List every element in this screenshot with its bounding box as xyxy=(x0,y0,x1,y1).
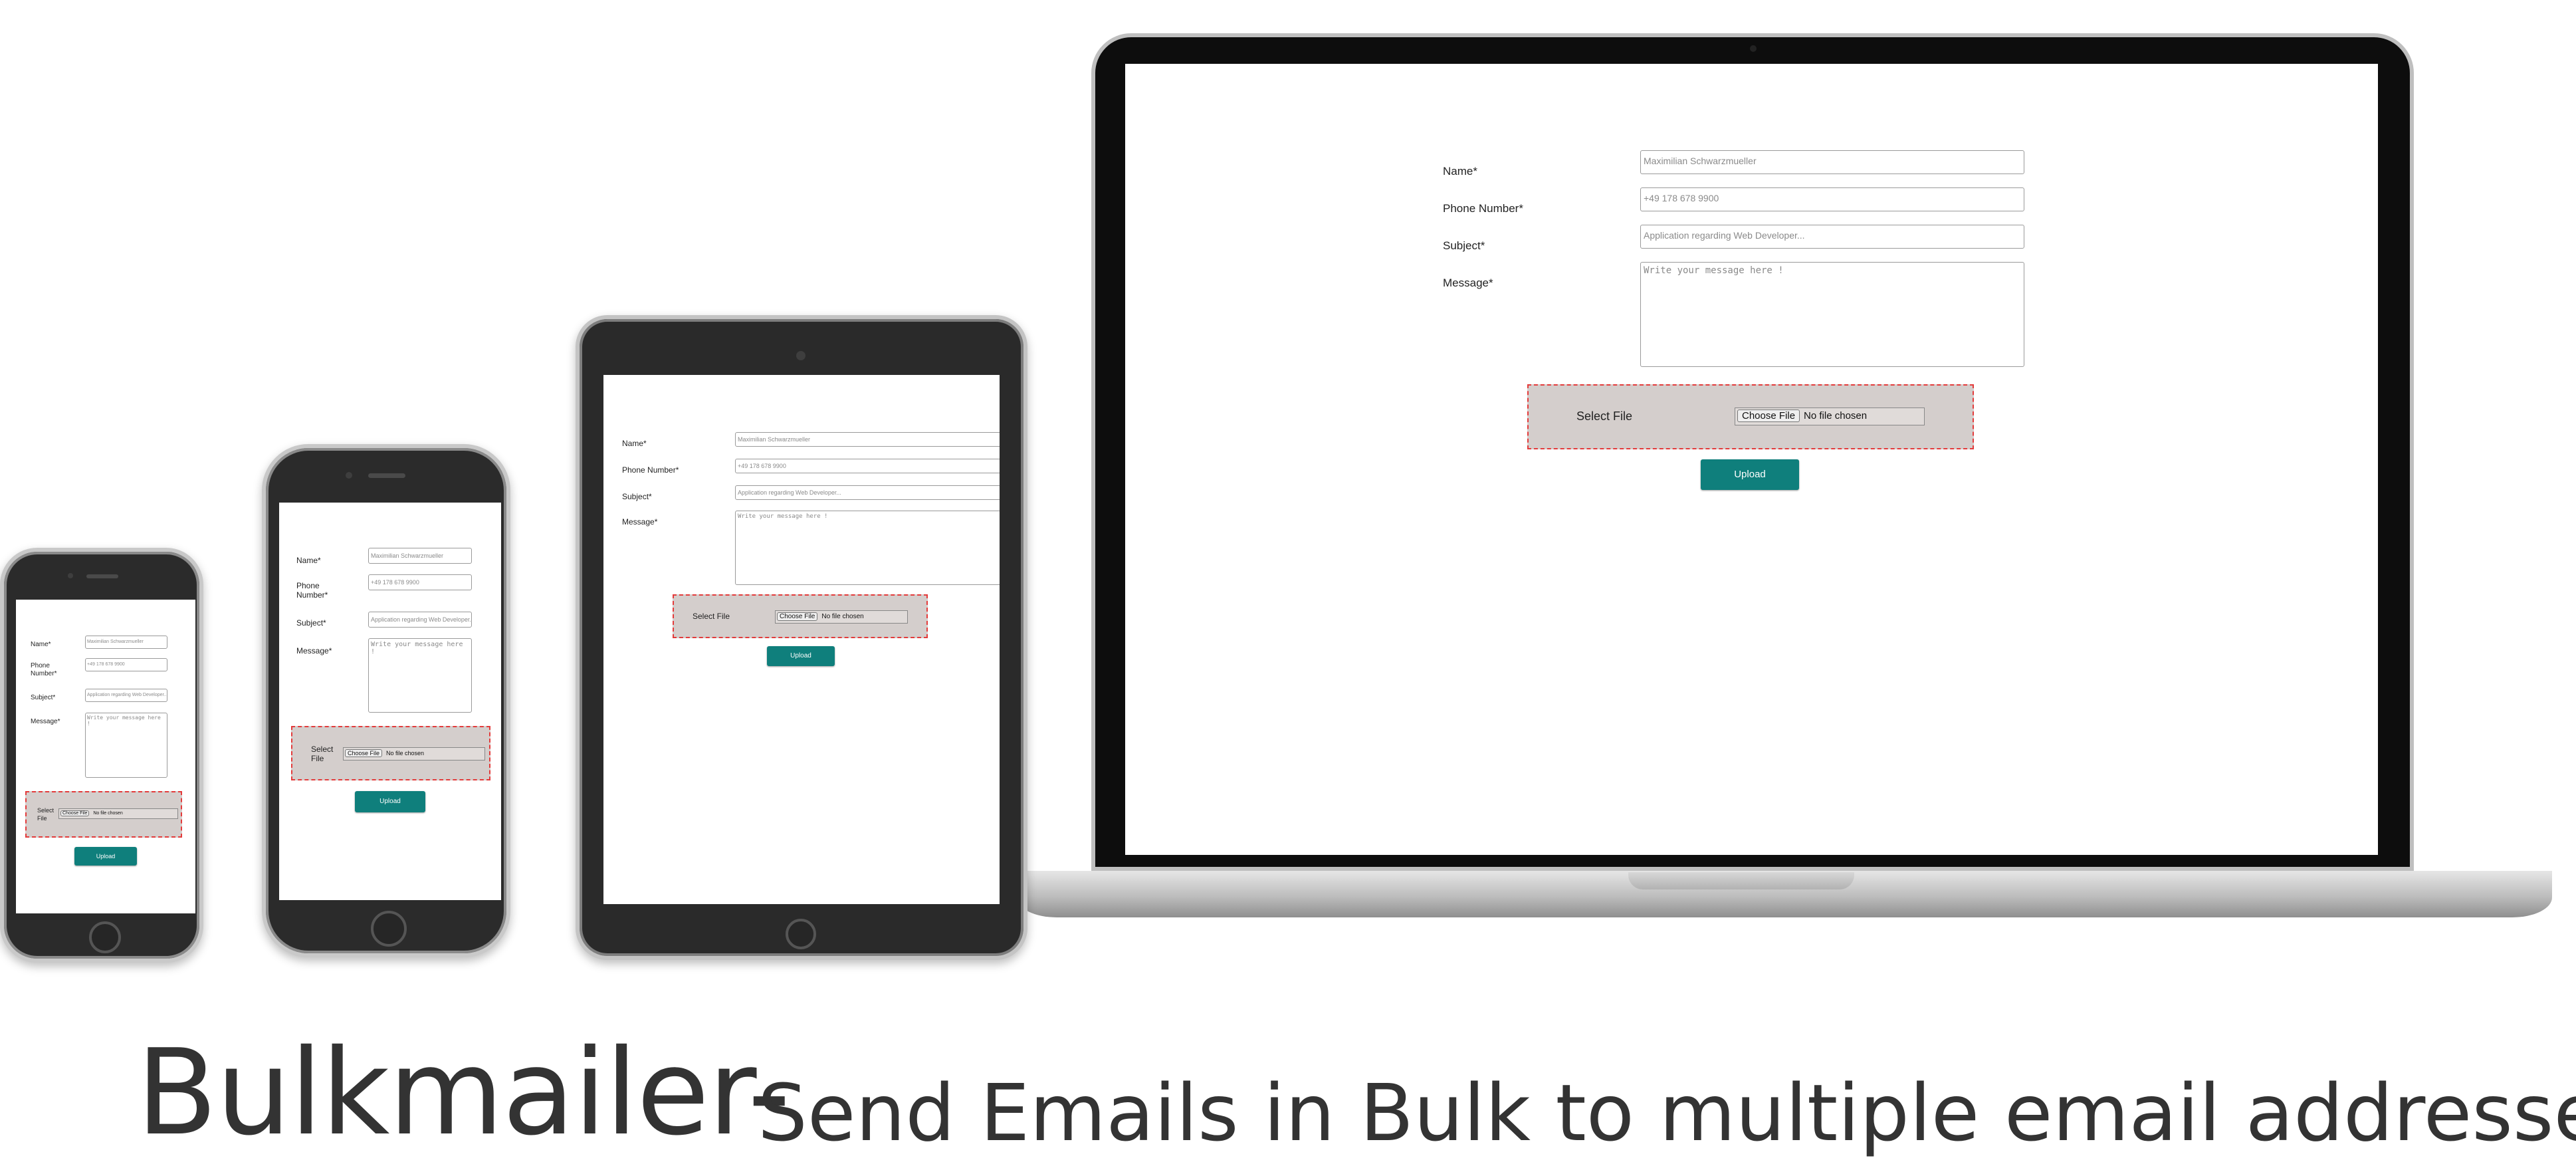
phone-input[interactable]: +49 178 678 9900 xyxy=(1640,187,2024,211)
phone-medium-screen: Name* Maximilian Schwarzmueller Phone Nu… xyxy=(279,503,501,900)
select-file-label: Select File xyxy=(693,612,730,621)
tablet-home-button[interactable] xyxy=(786,919,816,949)
no-file-chosen-text: No file chosen xyxy=(821,613,864,620)
subject-input[interactable]: Application regarding Web Developer... xyxy=(735,485,1000,500)
subject-input[interactable]: Application regarding Web Developer... xyxy=(1640,225,2024,249)
file-upload-zone: Select File Choose File No file chosen xyxy=(1527,384,1974,449)
phone-label: Phone Number* xyxy=(1443,202,1523,215)
phone-medium-device: Name* Maximilian Schwarzmueller Phone Nu… xyxy=(262,444,510,957)
laptop-lid: Name* Maximilian Schwarzmueller Phone Nu… xyxy=(1091,33,2414,871)
subject-input[interactable]: Application regarding Web Developer... xyxy=(368,612,472,628)
name-input[interactable]: Maximilian Schwarzmueller xyxy=(1640,150,2024,174)
no-file-chosen-text: No file chosen xyxy=(1804,410,1868,421)
caption-title: Bulkmailer- xyxy=(136,1024,790,1161)
phone-small-home-button[interactable] xyxy=(89,921,121,953)
name-input[interactable]: Maximilian Schwarzmueller xyxy=(735,432,1000,447)
upload-button[interactable]: Upload xyxy=(355,791,425,812)
upload-button[interactable]: Upload xyxy=(1701,459,1799,490)
subject-label: Subject* xyxy=(1443,239,1485,252)
laptop-device: Name* Maximilian Schwarzmueller Phone Nu… xyxy=(1017,27,2559,931)
laptop-contact-form: Name* Maximilian Schwarzmueller Phone Nu… xyxy=(1125,64,2378,855)
subject-label: Subject* xyxy=(296,618,326,628)
subject-label: Subject* xyxy=(31,694,56,701)
name-input[interactable]: Maximilian Schwarzmueller xyxy=(368,548,472,564)
file-input[interactable]: Choose File No file chosen xyxy=(1735,408,1925,425)
name-label: Name* xyxy=(1443,165,1477,177)
phone-medium-speaker xyxy=(368,473,405,478)
phone-small-camera xyxy=(68,573,73,578)
message-label: Message* xyxy=(1443,277,1493,289)
select-label-line2: File xyxy=(311,754,324,763)
message-label: Message* xyxy=(31,718,60,725)
phone-input[interactable]: +49 178 678 9900 xyxy=(85,658,167,671)
phone-input[interactable]: +49 178 678 9900 xyxy=(368,574,472,590)
phone-medium-home-button[interactable] xyxy=(371,911,407,947)
name-input[interactable]: Maximilian Schwarzmueller xyxy=(85,636,167,649)
select-label-line1: Select xyxy=(37,807,54,814)
phone-label-line2: Number* xyxy=(31,670,57,677)
file-upload-zone: Select File Choose File No file chosen xyxy=(673,594,928,638)
select-label-line1: Select xyxy=(311,745,334,754)
choose-file-button[interactable]: Choose File xyxy=(1737,410,1800,422)
no-file-chosen-text: No file chosen xyxy=(386,750,425,757)
tablet-screen: Name* Maximilian Schwarzmueller Phone Nu… xyxy=(603,375,1000,904)
tablet-camera xyxy=(796,351,805,360)
name-label: Name* xyxy=(296,556,321,565)
message-textarea[interactable]: Write your message here ! xyxy=(85,713,167,778)
file-input[interactable]: Choose File No file chosen xyxy=(775,610,908,624)
phone-label-line1: Phone xyxy=(296,581,320,590)
subject-input[interactable]: Application regarding Web Developer... xyxy=(85,689,167,702)
message-textarea[interactable]: Write your message here ! xyxy=(735,511,1000,585)
select-label-line2: File xyxy=(37,815,47,822)
choose-file-button[interactable]: Choose File xyxy=(777,612,818,621)
file-input[interactable]: Choose File No file chosen xyxy=(343,747,485,761)
message-label: Message* xyxy=(622,517,658,527)
phone-small-screen: Name* Maximilian Schwarzmueller Phone Nu… xyxy=(16,600,195,913)
phone-label-line1: Phone xyxy=(31,662,50,669)
upload-button[interactable]: Upload xyxy=(74,847,137,866)
tablet-device: Name* Maximilian Schwarzmueller Phone Nu… xyxy=(576,315,1027,960)
file-input[interactable]: Choose File No file chosen xyxy=(58,808,178,819)
name-label: Name* xyxy=(31,641,51,648)
laptop-screen: Name* Maximilian Schwarzmueller Phone Nu… xyxy=(1125,64,2378,855)
message-textarea[interactable]: Write your message here ! xyxy=(1640,262,2024,367)
select-file-label: Select File xyxy=(1576,410,1633,423)
upload-button[interactable]: Upload xyxy=(767,646,835,666)
laptop-hinge-notch xyxy=(1628,872,1854,889)
phone-input[interactable]: +49 178 678 9900 xyxy=(735,459,1000,473)
phone-small-speaker xyxy=(86,574,118,578)
message-label: Message* xyxy=(296,646,332,655)
choose-file-button[interactable]: Choose File xyxy=(345,749,383,757)
name-label: Name* xyxy=(622,439,647,448)
subject-label: Subject* xyxy=(622,492,652,501)
phone-label: Phone Number* xyxy=(622,465,679,475)
file-upload-zone: Select File Choose File No file chosen xyxy=(291,726,490,780)
caption-subtitle: Send Emails in Bulk to multiple email ad… xyxy=(758,1067,2576,1159)
file-upload-zone: Select File Choose File No file chosen xyxy=(25,791,182,838)
choose-file-button[interactable]: Choose File xyxy=(60,810,90,816)
phone-medium-camera xyxy=(346,472,352,479)
message-textarea[interactable]: Write your message here ! xyxy=(368,638,472,713)
phone-label-line2: Number* xyxy=(296,590,328,600)
laptop-webcam xyxy=(1750,45,1757,52)
phone-small-device: Name* Maximilian Schwarzmueller Phone Nu… xyxy=(0,548,203,963)
no-file-chosen-text: No file chosen xyxy=(93,811,123,816)
